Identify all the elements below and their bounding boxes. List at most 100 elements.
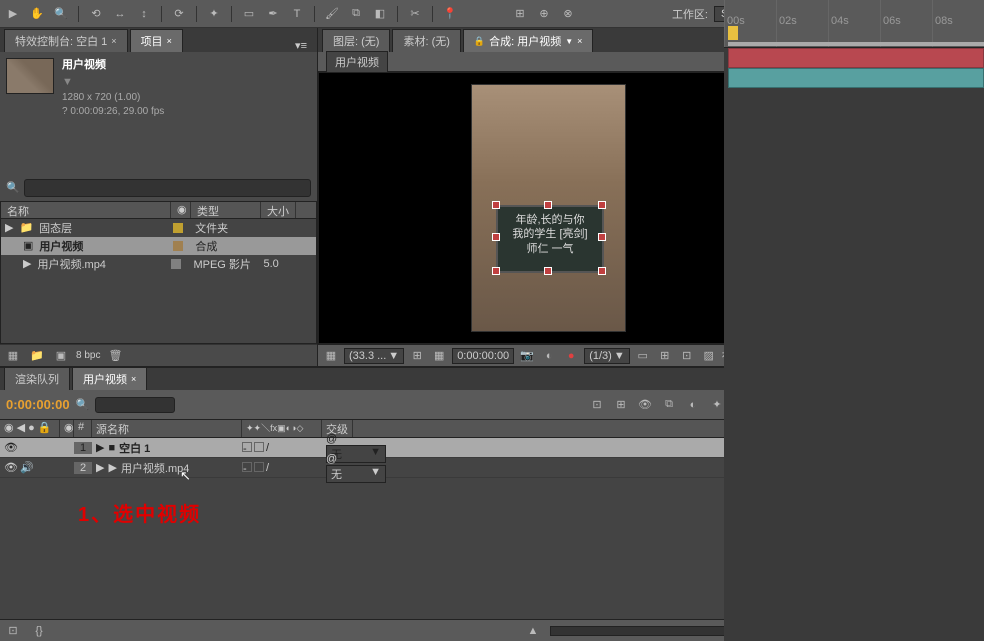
bpc-toggle[interactable]: 8 bpc (76, 350, 100, 361)
visibility-icon[interactable]: 👁 (4, 461, 18, 474)
tab-timeline-comp[interactable]: 用户视频× (72, 367, 147, 390)
project-item-footage[interactable]: ▶ 用户视频.mp4 MPEG 影片 5.0 (1, 255, 316, 273)
project-item-composition[interactable]: ▣ 用户视频 合成 (1, 237, 316, 255)
switch-box[interactable] (254, 442, 264, 452)
close-icon[interactable]: × (111, 36, 116, 46)
tab-render-queue[interactable]: 渲染队列 (4, 367, 70, 390)
disclosure-arrow-icon[interactable]: ▶ (96, 441, 104, 454)
roi-icon[interactable]: ▭ (634, 347, 652, 365)
shy-icon[interactable]: 👁 (636, 396, 654, 414)
visibility-icon[interactable]: 👁 (4, 441, 18, 454)
channel-icon[interactable]: ◐ (540, 347, 558, 365)
roto-tool-icon[interactable]: ✂ (406, 5, 424, 23)
tab-effect-controls[interactable]: 特效控制台: 空白 1 × (4, 29, 128, 52)
brush-tool-icon[interactable]: 🖌 (323, 5, 341, 23)
expand-icon[interactable]: {} (30, 622, 48, 640)
disclosure-arrow-icon[interactable]: ▶ (5, 221, 13, 234)
project-item-folder[interactable]: ▶ 📁 固态层 文件夹 (1, 219, 316, 237)
color-label[interactable] (171, 259, 181, 269)
new-folder-icon[interactable]: 📁 (28, 347, 46, 365)
disclosure-arrow-icon[interactable]: ▶ (96, 461, 104, 474)
playhead[interactable] (728, 26, 738, 40)
selection-handle[interactable] (598, 201, 606, 209)
new-comp-icon[interactable]: ▣ (52, 347, 70, 365)
selection-handle[interactable] (598, 267, 606, 275)
layer-bar-2[interactable] (728, 68, 984, 88)
eraser-tool-icon[interactable]: ◧ (371, 5, 389, 23)
close-icon[interactable]: × (131, 374, 136, 384)
disclosure-arrow-icon[interactable]: ▼ (62, 75, 164, 90)
current-timecode[interactable]: 0:00:00:00 (6, 397, 70, 412)
comp-mini-flowchart-icon[interactable]: ⊡ (588, 396, 606, 414)
selection-handle[interactable] (492, 267, 500, 275)
zoom-tool-icon[interactable]: 🔍 (52, 5, 70, 23)
tab-composition[interactable]: 🔒 合成: 用户视频 ▼ × (463, 29, 594, 52)
pickwhip-icon[interactable]: @ (326, 453, 337, 465)
switch-box[interactable] (254, 462, 264, 472)
view-axis-icon[interactable]: ⊗ (559, 5, 577, 23)
mask-icon[interactable]: ▨ (700, 347, 718, 365)
snapshot-icon[interactable]: 📷 (518, 347, 536, 365)
pan-tool-icon[interactable]: ↔ (111, 5, 129, 23)
timeline-layer-2[interactable]: 👁🔊 2 ▶▶用户视频.mp4 -/ @无▼ (0, 458, 780, 478)
zoom-slider[interactable] (550, 626, 750, 636)
toggle-switches-icon[interactable]: ⊡ (4, 622, 22, 640)
selection-handle[interactable] (598, 233, 606, 241)
tab-footage[interactable]: 素材: (无) (392, 29, 460, 52)
color-label[interactable] (173, 223, 183, 233)
local-axis-icon[interactable]: ⊞ (511, 5, 529, 23)
draft3d-icon[interactable]: ⊞ (612, 396, 630, 414)
zoom-dropdown[interactable]: (33.3 ...▼ (344, 348, 404, 364)
anchor-tool-icon[interactable]: ✦ (205, 5, 223, 23)
panel-menu-icon[interactable]: ▾≡ (289, 39, 313, 52)
switch-slash[interactable]: / (266, 462, 276, 474)
stamp-tool-icon[interactable]: ⧉ (347, 5, 365, 23)
close-icon[interactable]: × (577, 36, 582, 46)
delete-icon[interactable]: 🗑 (106, 347, 124, 365)
source-name-column[interactable]: 源名称 (92, 420, 242, 437)
always-preview-icon[interactable]: ▦ (322, 347, 340, 365)
column-size[interactable]: 大小 (261, 202, 296, 218)
switch-box[interactable]: - (242, 462, 252, 472)
comp-name-tab[interactable]: 用户视频 (326, 51, 388, 73)
composition-viewer[interactable]: 年龄,长的与你 我的学生 [亮剑] 师仁 一气 (318, 72, 779, 344)
selection-handle[interactable] (544, 201, 552, 209)
text-tool-icon[interactable]: T (288, 5, 306, 23)
frame-blend-icon[interactable]: ⧉ (660, 396, 678, 414)
close-icon[interactable]: × (167, 36, 172, 46)
tab-project[interactable]: 项目 × (130, 29, 183, 52)
guides-icon[interactable]: ⊡ (678, 347, 696, 365)
transparency-icon[interactable]: ▦ (430, 347, 448, 365)
rotate-tool-icon[interactable]: ⟳ (170, 5, 188, 23)
pin-tool-icon[interactable]: 📍 (441, 5, 459, 23)
switch-slash[interactable]: / (266, 442, 276, 454)
tab-layer[interactable]: 图层: (无) (322, 29, 390, 52)
column-type[interactable]: 类型 (191, 202, 261, 218)
timeline-search-input[interactable] (95, 397, 175, 413)
layer-bar-1[interactable] (728, 48, 984, 68)
dolly-tool-icon[interactable]: ↕ (135, 5, 153, 23)
selection-tool-icon[interactable]: ▶ (4, 5, 22, 23)
selection-handle[interactable] (492, 201, 500, 209)
audio-icon[interactable]: 🔊 (20, 461, 34, 474)
interpret-footage-icon[interactable]: ▦ (4, 347, 22, 365)
resolution-icon[interactable]: ⊞ (408, 347, 426, 365)
resolution-dropdown[interactable]: (1/3)▼ (584, 348, 630, 364)
dropdown-arrow-icon[interactable]: ▼ (565, 37, 573, 46)
hand-tool-icon[interactable]: ✋ (28, 5, 46, 23)
selection-handle[interactable] (544, 267, 552, 275)
column-color[interactable]: ◉ (171, 202, 191, 218)
parent-dropdown[interactable]: 无▼ (326, 465, 386, 483)
switch-box[interactable]: - (242, 442, 252, 452)
grid-icon[interactable]: ⊞ (656, 347, 674, 365)
zoom-out-icon[interactable]: ▲ (524, 622, 542, 640)
selection-handle[interactable] (492, 233, 500, 241)
orbit-tool-icon[interactable]: ⟲ (87, 5, 105, 23)
time-ruler[interactable]: 00s 02s 04s 06s 08s (724, 0, 984, 48)
pickwhip-icon[interactable]: @ (326, 433, 337, 445)
project-search-input[interactable] (24, 179, 311, 197)
pen-tool-icon[interactable]: ✒ (264, 5, 282, 23)
timecode-display[interactable]: 0:00:00:00 (452, 348, 514, 364)
color-label[interactable] (173, 241, 183, 251)
color-mgmt-icon[interactable]: ● (562, 347, 580, 365)
